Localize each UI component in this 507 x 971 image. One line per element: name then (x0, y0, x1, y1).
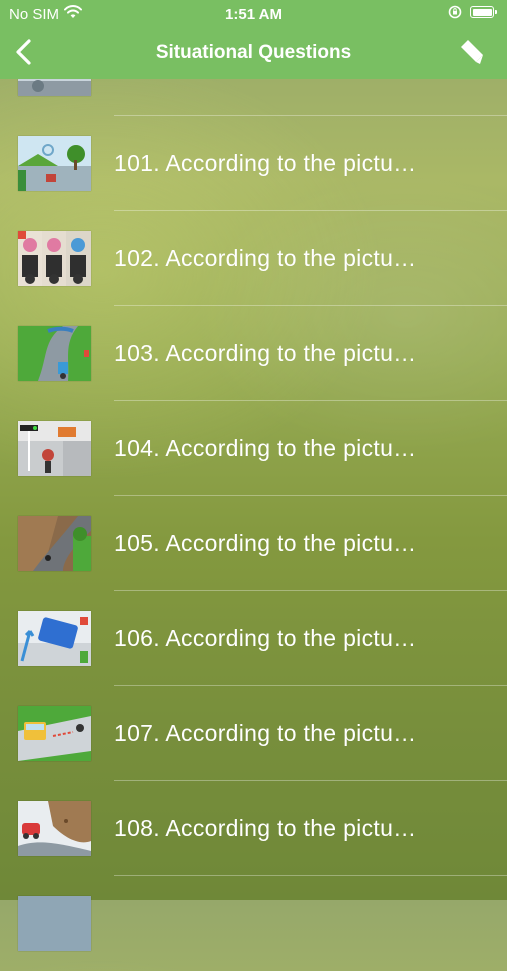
question-thumbnail (18, 706, 91, 761)
question-thumbnail (18, 136, 91, 191)
tag-icon (461, 40, 483, 64)
question-item-104[interactable]: 104. According to the pictu… (0, 401, 507, 496)
question-label: 106. According to the pictu… (114, 625, 417, 651)
question-item-102[interactable]: 102. According to the pictu… (0, 211, 507, 306)
question-item-106[interactable]: 106. According to the pictu… (0, 591, 507, 686)
question-thumbnail (18, 516, 91, 571)
question-item-103[interactable]: 103. According to the pictu… (0, 306, 507, 401)
question-thumbnail (18, 801, 91, 856)
question-label: 108. According to the pictu… (114, 815, 417, 841)
question-label: 107. According to the pictu… (114, 720, 417, 746)
battery-icon (470, 6, 497, 18)
question-thumbnail (18, 231, 91, 286)
question-thumbnail (18, 326, 91, 381)
question-label: 104. According to the pictu… (114, 435, 417, 461)
question-item-107[interactable]: 107. According to the pictu… (0, 686, 507, 781)
question-item-101[interactable]: 101. According to the pictu… (0, 116, 507, 211)
status-bar: No SIM 1:51 AM (0, 0, 507, 28)
navigation-header: No SIM 1:51 AM Situational Questions (0, 0, 507, 79)
question-label: 105. According to the pictu… (114, 530, 417, 556)
question-item-105[interactable]: 105. According to the pictu… (0, 496, 507, 591)
page-title: Situational Questions (155, 42, 352, 63)
question-label: 101. According to the pictu… (114, 150, 417, 176)
status-time: 1:51 AM (225, 6, 282, 23)
question-label: 103. According to the pictu… (114, 340, 417, 366)
question-thumbnail (18, 896, 91, 951)
orientation-lock-icon (448, 5, 462, 23)
list-item-partial[interactable] (0, 876, 507, 971)
question-item-108[interactable]: 108. According to the pictu… (0, 781, 507, 876)
tag-button[interactable] (456, 38, 486, 66)
question-thumbnail (18, 611, 91, 666)
question-thumbnail (18, 421, 91, 476)
question-label: 102. According to the pictu… (114, 245, 417, 271)
